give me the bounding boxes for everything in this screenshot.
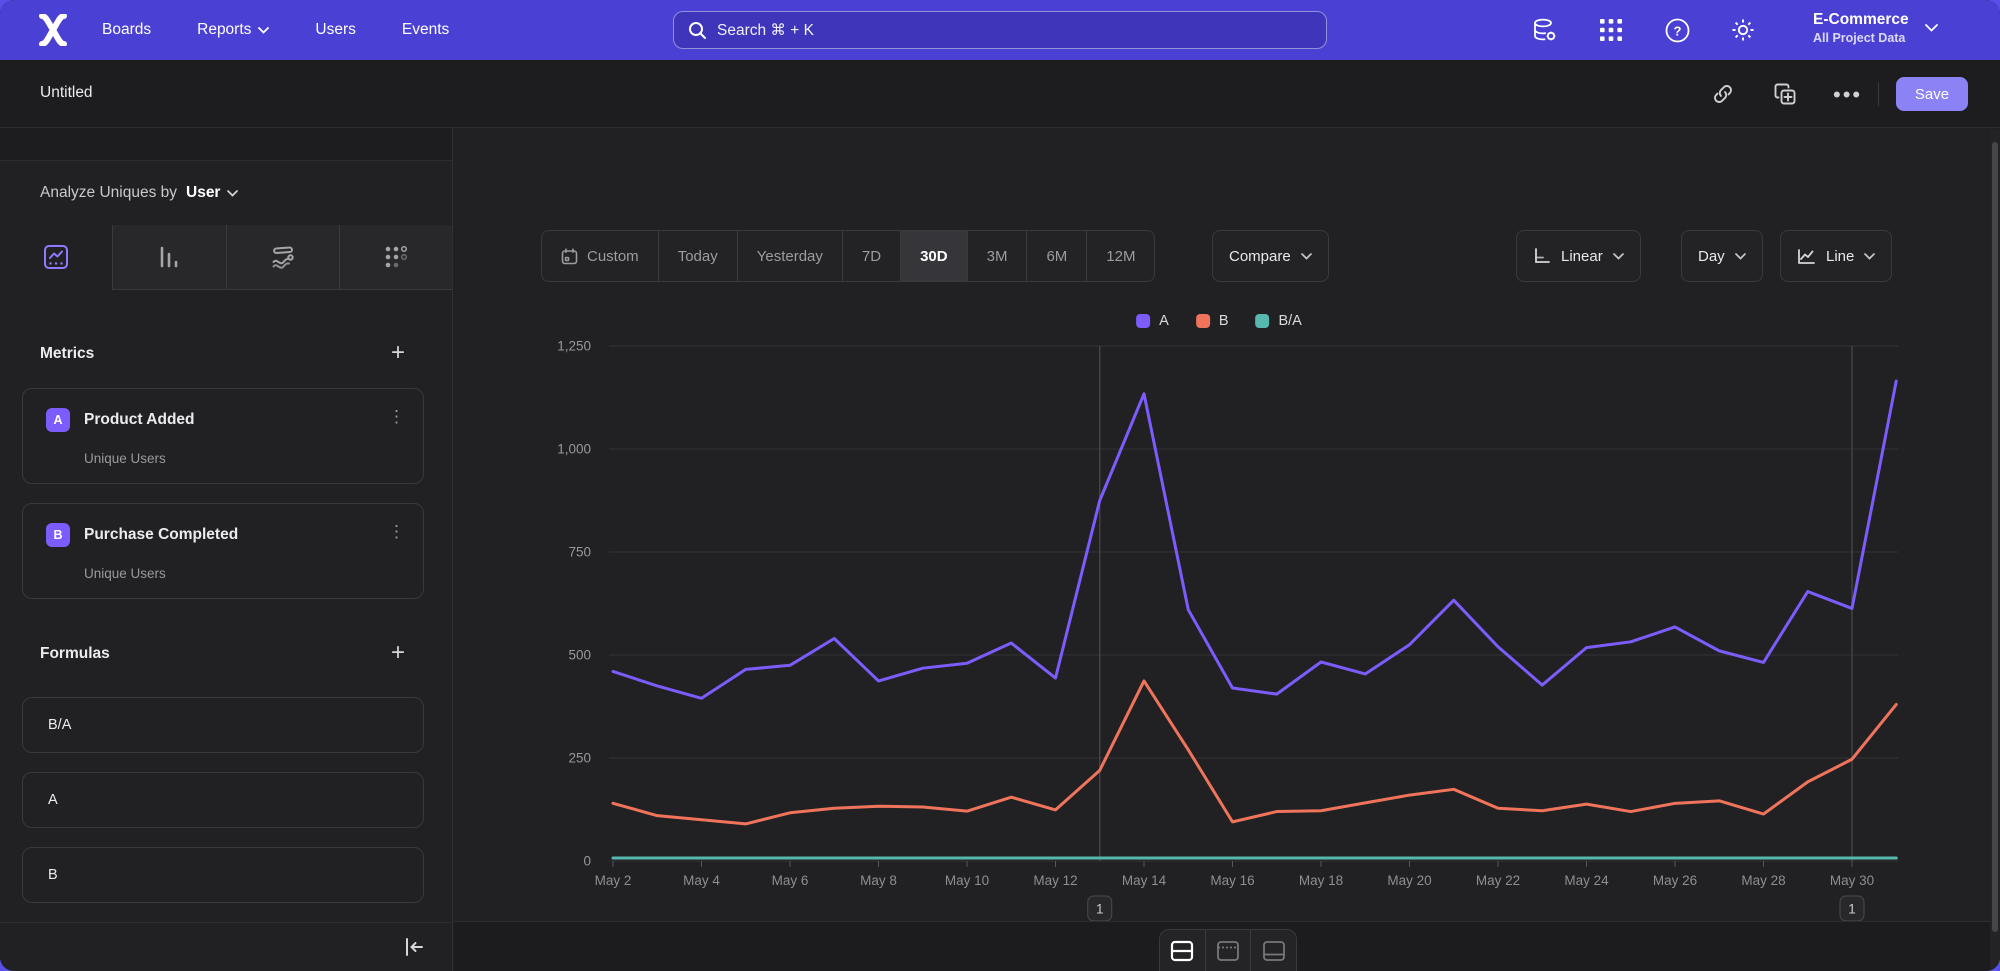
- project-switcher[interactable]: E-Commerce All Project Data: [1813, 10, 1938, 46]
- project-name: E-Commerce: [1813, 10, 1909, 30]
- svg-text:500: 500: [568, 648, 591, 663]
- nav-item-users[interactable]: Users: [315, 21, 355, 39]
- top-panel-view-icon: [1216, 940, 1240, 962]
- more-options-icon[interactable]: •••: [1833, 82, 1857, 106]
- bottom-panel-view-icon: [1262, 940, 1286, 962]
- svg-text:0: 0: [583, 854, 591, 869]
- settings-gear-icon[interactable]: [1730, 17, 1756, 43]
- formula-card[interactable]: B: [22, 847, 424, 903]
- metric-letter-badge: A: [46, 408, 70, 432]
- svg-text:May 14: May 14: [1122, 873, 1167, 888]
- tab-retention[interactable]: [339, 225, 452, 290]
- retention-icon: [383, 244, 409, 270]
- metric-card-a[interactable]: A Product Added ⋮ Unique Users: [22, 388, 424, 484]
- add-formula-button[interactable]: +: [388, 643, 408, 663]
- top-panel-view-button[interactable]: [1205, 930, 1251, 971]
- svg-text:May 30: May 30: [1830, 873, 1874, 888]
- chevron-down-icon: [227, 190, 238, 197]
- split-view-button[interactable]: [1160, 930, 1205, 971]
- svg-text:May 18: May 18: [1299, 873, 1343, 888]
- metric-name: Purchase Completed: [84, 526, 238, 544]
- report-title-bar: Untitled ••• Save: [0, 60, 2000, 128]
- metric-name: Product Added: [84, 411, 195, 429]
- help-icon[interactable]: ?: [1664, 17, 1690, 43]
- svg-text:May 22: May 22: [1476, 873, 1520, 888]
- chevron-down-icon: [1925, 24, 1938, 32]
- app-window: Boards Reports Users Events Search ⌘ + K…: [0, 0, 2000, 971]
- view-toggle-group: [1159, 929, 1297, 971]
- svg-text:May 28: May 28: [1741, 873, 1785, 888]
- project-scope: All Project Data: [1813, 30, 1909, 46]
- copy-link-icon[interactable]: [1711, 82, 1735, 106]
- svg-text:May 2: May 2: [595, 873, 632, 888]
- duplicate-icon[interactable]: [1773, 82, 1797, 106]
- metric-card-b[interactable]: B Purchase Completed ⋮ Unique Users: [22, 503, 424, 599]
- svg-text:May 6: May 6: [772, 873, 809, 888]
- nav-menu: Boards Reports Users Events: [102, 0, 449, 60]
- sidebar-top-strip: [0, 128, 452, 161]
- svg-text:1: 1: [1096, 902, 1104, 917]
- formula-card[interactable]: B/A: [22, 697, 424, 753]
- series-a: [613, 381, 1896, 698]
- bar-chart-icon: [155, 243, 183, 271]
- nav-item-events[interactable]: Events: [402, 21, 449, 39]
- scrollbar-thumb[interactable]: [1992, 142, 1998, 932]
- add-metric-button[interactable]: +: [388, 343, 408, 363]
- search-icon: [688, 21, 707, 40]
- flows-icon: [269, 243, 297, 271]
- svg-text:1,250: 1,250: [557, 339, 591, 354]
- top-nav: Boards Reports Users Events Search ⌘ + K…: [0, 0, 2000, 60]
- svg-text:May 4: May 4: [683, 873, 720, 888]
- bottom-toolbar: [454, 921, 2000, 971]
- analyze-by-dropdown[interactable]: User: [186, 184, 238, 202]
- search-input[interactable]: Search ⌘ + K: [673, 11, 1327, 49]
- scrollbar[interactable]: [1990, 130, 2000, 971]
- collapse-sidebar-icon[interactable]: [402, 935, 426, 959]
- chart-panel: Custom Today Yesterday 7D 30D 3M 6M 12M …: [454, 128, 2000, 971]
- mixpanel-logo-icon[interactable]: [36, 14, 70, 46]
- metrics-heading: Metrics: [40, 345, 94, 363]
- metric-letter-badge: B: [46, 523, 70, 547]
- line-chart[interactable]: 0 250 500 750 1,000 1,250 1 1 May 2 May 4 May 6 May…: [454, 218, 2000, 930]
- svg-text:750: 750: [568, 545, 591, 560]
- svg-text:May 8: May 8: [860, 873, 897, 888]
- report-title[interactable]: Untitled: [40, 84, 93, 102]
- divider: [1878, 82, 1879, 106]
- data-management-icon[interactable]: [1532, 17, 1558, 43]
- svg-text:May 10: May 10: [945, 873, 989, 888]
- insights-icon: [42, 243, 70, 271]
- metric-menu-icon[interactable]: ⋮: [388, 522, 405, 542]
- svg-text:1,000: 1,000: [557, 442, 591, 457]
- metric-subtitle[interactable]: Unique Users: [84, 566, 166, 581]
- svg-text:1: 1: [1848, 902, 1856, 917]
- metric-subtitle[interactable]: Unique Users: [84, 451, 166, 466]
- svg-text:May 20: May 20: [1387, 873, 1431, 888]
- svg-text:May 12: May 12: [1033, 873, 1077, 888]
- apps-grid-icon[interactable]: [1598, 17, 1624, 43]
- chevron-down-icon: [258, 27, 269, 34]
- save-button[interactable]: Save: [1896, 77, 1968, 111]
- tab-insights[interactable]: [0, 225, 112, 290]
- tab-funnels[interactable]: [112, 225, 225, 290]
- metric-menu-icon[interactable]: ⋮: [388, 407, 405, 427]
- formula-card[interactable]: A: [22, 772, 424, 828]
- tab-flows[interactable]: [226, 225, 339, 290]
- analyze-label: Analyze Uniques by: [40, 184, 177, 202]
- formulas-heading: Formulas: [40, 645, 110, 663]
- query-builder-sidebar: Analyze Uniques by User Metrics + A Prod…: [0, 128, 453, 971]
- series-b: [613, 681, 1896, 824]
- svg-text:May 24: May 24: [1564, 873, 1609, 888]
- svg-text:May 16: May 16: [1210, 873, 1254, 888]
- svg-text:May 26: May 26: [1653, 873, 1697, 888]
- svg-text:250: 250: [568, 751, 591, 766]
- bottom-panel-view-button[interactable]: [1250, 930, 1296, 971]
- split-view-icon: [1170, 940, 1194, 962]
- nav-item-reports[interactable]: Reports: [197, 21, 269, 39]
- svg-text:?: ?: [1673, 23, 1681, 38]
- nav-item-boards[interactable]: Boards: [102, 21, 151, 39]
- sidebar-footer: [0, 922, 452, 971]
- search-placeholder: Search ⌘ + K: [717, 21, 814, 40]
